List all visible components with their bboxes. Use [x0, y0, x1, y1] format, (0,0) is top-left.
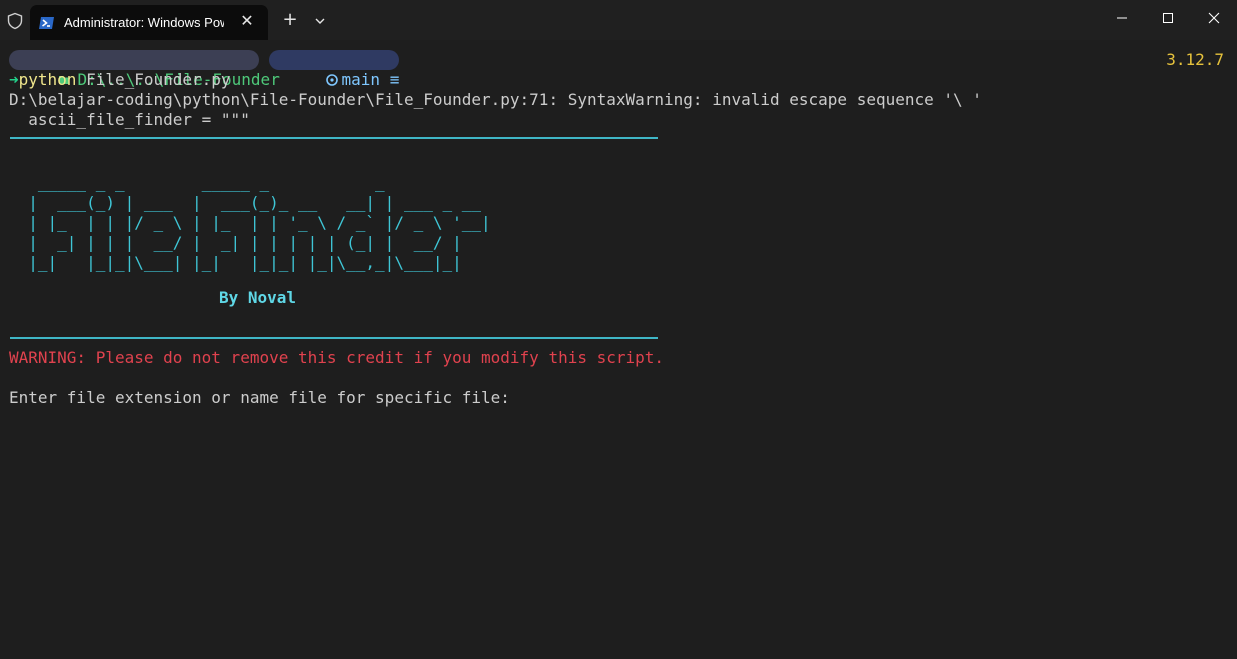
close-icon	[1208, 12, 1220, 24]
maximize-icon	[1163, 13, 1173, 23]
credit-warning: WARNING: Please do not remove this credi…	[9, 348, 665, 367]
credit-text: By Noval	[219, 288, 297, 307]
terminal-area[interactable]: D:\..\..\File-Founder main ≡ 3.12.7 ➜pyt…	[0, 40, 1237, 659]
github-icon	[325, 74, 338, 86]
title-bar: Administrator: Windows PowerShell ✕ +	[0, 0, 1237, 40]
chevron-down-icon	[315, 18, 325, 24]
maximize-button[interactable]	[1145, 0, 1191, 36]
tab-dropdown-button[interactable]	[306, 9, 334, 33]
powershell-icon	[39, 16, 54, 29]
syntax-warning-line: D:\belajar-coding\python\File-Founder\Fi…	[9, 90, 982, 109]
shield-icon	[7, 12, 23, 30]
minimize-icon	[1117, 17, 1127, 19]
input-prompt: Enter file extension or name file for sp…	[9, 388, 510, 407]
python-version: 3.12.7	[1166, 50, 1224, 69]
bottom-divider	[10, 337, 658, 339]
tab-title: Administrator: Windows PowerShell	[64, 15, 224, 30]
top-divider	[10, 137, 658, 139]
tab-powershell[interactable]: Administrator: Windows PowerShell ✕	[30, 5, 268, 40]
minimize-button[interactable]	[1099, 0, 1145, 36]
prompt-arrow: ➜	[9, 70, 19, 89]
ascii-art-title: _____ _ _ _____ _ _ | ___(_) | ___ | ___…	[28, 173, 491, 272]
new-tab-button[interactable]: +	[276, 9, 304, 33]
command-line: ➜python File_Founder.py	[9, 70, 231, 90]
command: python	[18, 70, 77, 89]
prompt-git-segment: main ≡	[269, 50, 399, 89]
close-tab-icon[interactable]: ✕	[240, 13, 254, 29]
command-args: File_Founder.py	[76, 70, 231, 89]
prompt-path-segment: D:\..\..\File-Founder	[9, 50, 280, 89]
code-line: ascii_file_finder = """	[9, 110, 250, 129]
close-window-button[interactable]	[1191, 0, 1237, 36]
branch-name: main ≡	[341, 70, 400, 89]
